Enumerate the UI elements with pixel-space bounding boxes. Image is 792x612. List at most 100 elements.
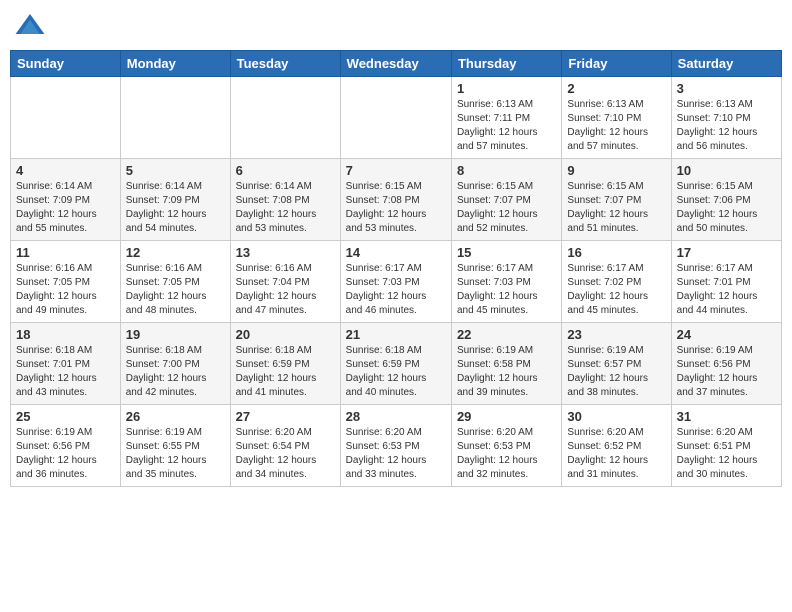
day-number: 16	[567, 245, 665, 260]
calendar-cell: 27 Sunrise: 6:20 AM Sunset: 6:54 PM Dayli…	[230, 405, 340, 487]
day-info: Sunrise: 6:14 AM Sunset: 7:09 PM Dayligh…	[126, 180, 225, 236]
calendar-cell: 11Sunrise: 6:16 AM Sunset: 7:05 PM Dayli…	[11, 241, 121, 323]
day-number: 31	[677, 409, 776, 424]
day-header-friday: Friday	[562, 51, 671, 77]
day-info: Sunrise: 6:15 AM Sunset: 7:07 PM Dayligh…	[457, 180, 556, 236]
day-number: 25	[16, 409, 115, 424]
day-info: Sunrise: 6:16 AM Sunset: 7:05 PM Dayligh…	[126, 262, 225, 318]
calendar-cell: 12Sunrise: 6:16 AM Sunset: 7:05 PM Dayli…	[120, 241, 230, 323]
day-number: 6	[236, 163, 335, 178]
day-info: Sunrise: 6:19 AM Sunset: 6:56 PM Dayligh…	[677, 344, 776, 400]
day-info: Sunrise: 6:14 AM Sunset: 7:08 PM Dayligh…	[236, 180, 335, 236]
day-info: Sunrise: 6:18 AM Sunset: 7:01 PM Dayligh…	[16, 344, 115, 400]
day-number: 3	[677, 81, 776, 96]
calendar-week-row: 25 Sunrise: 6:19 AM Sunset: 6:56 PM Dayli…	[11, 405, 782, 487]
day-info: Sunrise: 6:17 AM Sunset: 7:03 PM Dayligh…	[457, 262, 556, 318]
day-info: Sunrise: 6:19 AM Sunset: 6:56 PM Dayligh…	[16, 426, 115, 482]
calendar-week-row: 4 Sunrise: 6:14 AM Sunset: 7:09 PM Daylig…	[11, 159, 782, 241]
day-number: 21	[346, 327, 446, 342]
calendar-cell: 31 Sunrise: 6:20 AM Sunset: 6:51 PM Dayli…	[671, 405, 781, 487]
day-number: 15	[457, 245, 556, 260]
day-info: Sunrise: 6:15 AM Sunset: 7:08 PM Dayligh…	[346, 180, 446, 236]
calendar-cell: 16 Sunrise: 6:17 AM Sunset: 7:02 PM Dayli…	[562, 241, 671, 323]
calendar-cell: 29 Sunrise: 6:20 AM Sunset: 6:53 PM Dayli…	[451, 405, 561, 487]
calendar-week-row: 18 Sunrise: 6:18 AM Sunset: 7:01 PM Dayli…	[11, 323, 782, 405]
day-number: 30	[567, 409, 665, 424]
day-header-monday: Monday	[120, 51, 230, 77]
day-number: 8	[457, 163, 556, 178]
day-number: 29	[457, 409, 556, 424]
calendar-cell: 8 Sunrise: 6:15 AM Sunset: 7:07 PM Daylig…	[451, 159, 561, 241]
day-number: 20	[236, 327, 335, 342]
day-info: Sunrise: 6:16 AM Sunset: 7:04 PM Dayligh…	[236, 262, 335, 318]
day-number: 23	[567, 327, 665, 342]
calendar-cell: 3 Sunrise: 6:13 AM Sunset: 7:10 PM Daylig…	[671, 77, 781, 159]
day-number: 28	[346, 409, 446, 424]
calendar-cell: 4Sunrise: 6:14 AM Sunset: 7:09 PM Daylig…	[11, 159, 121, 241]
day-info: Sunrise: 6:17 AM Sunset: 7:02 PM Dayligh…	[567, 262, 665, 318]
calendar-cell: 22 Sunrise: 6:19 AM Sunset: 6:58 PM Dayli…	[451, 323, 561, 405]
logo	[14, 10, 50, 42]
day-number: 13	[236, 245, 335, 260]
day-info: Sunrise: 6:13 AM Sunset: 7:10 PM Dayligh…	[677, 98, 776, 154]
calendar-cell: 5 Sunrise: 6:14 AM Sunset: 7:09 PM Daylig…	[120, 159, 230, 241]
calendar-cell: 26 Sunrise: 6:19 AM Sunset: 6:55 PM Dayli…	[120, 405, 230, 487]
day-number: 17	[677, 245, 776, 260]
day-number: 14	[346, 245, 446, 260]
calendar-week-row: 11 Sunrise: 6:16 AM Sunset: 7:05 PM Dayli…	[11, 241, 782, 323]
day-number: 4	[16, 163, 115, 178]
calendar-cell	[340, 77, 451, 159]
day-info: Sunrise: 6:17 AM Sunset: 7:03 PM Dayligh…	[346, 262, 446, 318]
day-info: Sunrise: 6:17 AM Sunset: 7:01 PM Dayligh…	[677, 262, 776, 318]
calendar-cell: 9 Sunrise: 6:15 AM Sunset: 7:07 PM Daylig…	[562, 159, 671, 241]
day-header-saturday: Saturday	[671, 51, 781, 77]
day-info: Sunrise: 6:20 AM Sunset: 6:52 PM Dayligh…	[567, 426, 665, 482]
day-header-wednesday: Wednesday	[340, 51, 451, 77]
day-info: Sunrise: 6:20 AM Sunset: 6:53 PM Dayligh…	[457, 426, 556, 482]
calendar-cell: 25 Sunrise: 6:19 AM Sunset: 6:56 PM Dayli…	[11, 405, 121, 487]
calendar-cell: 28 Sunrise: 6:20 AM Sunset: 6:53 PM Dayli…	[340, 405, 451, 487]
calendar-cell: 6 Sunrise: 6:14 AM Sunset: 7:08 PM Daylig…	[230, 159, 340, 241]
calendar-header-row: SundayMondayTuesdayWednesdayThursdayFrid…	[11, 51, 782, 77]
calendar-cell: 15 Sunrise: 6:17 AM Sunset: 7:03 PM Dayli…	[451, 241, 561, 323]
calendar-cell: 24 Sunrise: 6:19 AM Sunset: 6:56 PM Dayli…	[671, 323, 781, 405]
calendar-cell: 1Sunrise: 6:13 AM Sunset: 7:11 PM Daylig…	[451, 77, 561, 159]
calendar-cell: 21 Sunrise: 6:18 AM Sunset: 6:59 PM Dayli…	[340, 323, 451, 405]
calendar-cell	[230, 77, 340, 159]
calendar-week-row: 1Sunrise: 6:13 AM Sunset: 7:11 PM Daylig…	[11, 77, 782, 159]
day-number: 22	[457, 327, 556, 342]
logo-icon	[14, 10, 46, 42]
day-number: 24	[677, 327, 776, 342]
day-number: 27	[236, 409, 335, 424]
calendar-cell: 10 Sunrise: 6:15 AM Sunset: 7:06 PM Dayli…	[671, 159, 781, 241]
day-number: 5	[126, 163, 225, 178]
day-info: Sunrise: 6:19 AM Sunset: 6:55 PM Dayligh…	[126, 426, 225, 482]
day-number: 2	[567, 81, 665, 96]
day-info: Sunrise: 6:20 AM Sunset: 6:54 PM Dayligh…	[236, 426, 335, 482]
day-info: Sunrise: 6:20 AM Sunset: 6:53 PM Dayligh…	[346, 426, 446, 482]
day-number: 26	[126, 409, 225, 424]
day-info: Sunrise: 6:19 AM Sunset: 6:57 PM Dayligh…	[567, 344, 665, 400]
day-number: 9	[567, 163, 665, 178]
day-info: Sunrise: 6:18 AM Sunset: 6:59 PM Dayligh…	[236, 344, 335, 400]
day-number: 7	[346, 163, 446, 178]
day-info: Sunrise: 6:13 AM Sunset: 7:11 PM Dayligh…	[457, 98, 556, 154]
day-info: Sunrise: 6:13 AM Sunset: 7:10 PM Dayligh…	[567, 98, 665, 154]
day-number: 18	[16, 327, 115, 342]
day-number: 10	[677, 163, 776, 178]
day-info: Sunrise: 6:15 AM Sunset: 7:06 PM Dayligh…	[677, 180, 776, 236]
day-number: 19	[126, 327, 225, 342]
calendar-cell: 2 Sunrise: 6:13 AM Sunset: 7:10 PM Daylig…	[562, 77, 671, 159]
calendar-cell: 7 Sunrise: 6:15 AM Sunset: 7:08 PM Daylig…	[340, 159, 451, 241]
day-info: Sunrise: 6:15 AM Sunset: 7:07 PM Dayligh…	[567, 180, 665, 236]
day-info: Sunrise: 6:20 AM Sunset: 6:51 PM Dayligh…	[677, 426, 776, 482]
calendar-cell: 18 Sunrise: 6:18 AM Sunset: 7:01 PM Dayli…	[11, 323, 121, 405]
calendar-cell: 17 Sunrise: 6:17 AM Sunset: 7:01 PM Dayli…	[671, 241, 781, 323]
day-info: Sunrise: 6:18 AM Sunset: 6:59 PM Dayligh…	[346, 344, 446, 400]
calendar-cell: 14 Sunrise: 6:17 AM Sunset: 7:03 PM Dayli…	[340, 241, 451, 323]
day-number: 11	[16, 245, 115, 260]
calendar-cell	[11, 77, 121, 159]
calendar-cell: 23 Sunrise: 6:19 AM Sunset: 6:57 PM Dayli…	[562, 323, 671, 405]
day-info: Sunrise: 6:19 AM Sunset: 6:58 PM Dayligh…	[457, 344, 556, 400]
calendar-table: SundayMondayTuesdayWednesdayThursdayFrid…	[10, 50, 782, 487]
